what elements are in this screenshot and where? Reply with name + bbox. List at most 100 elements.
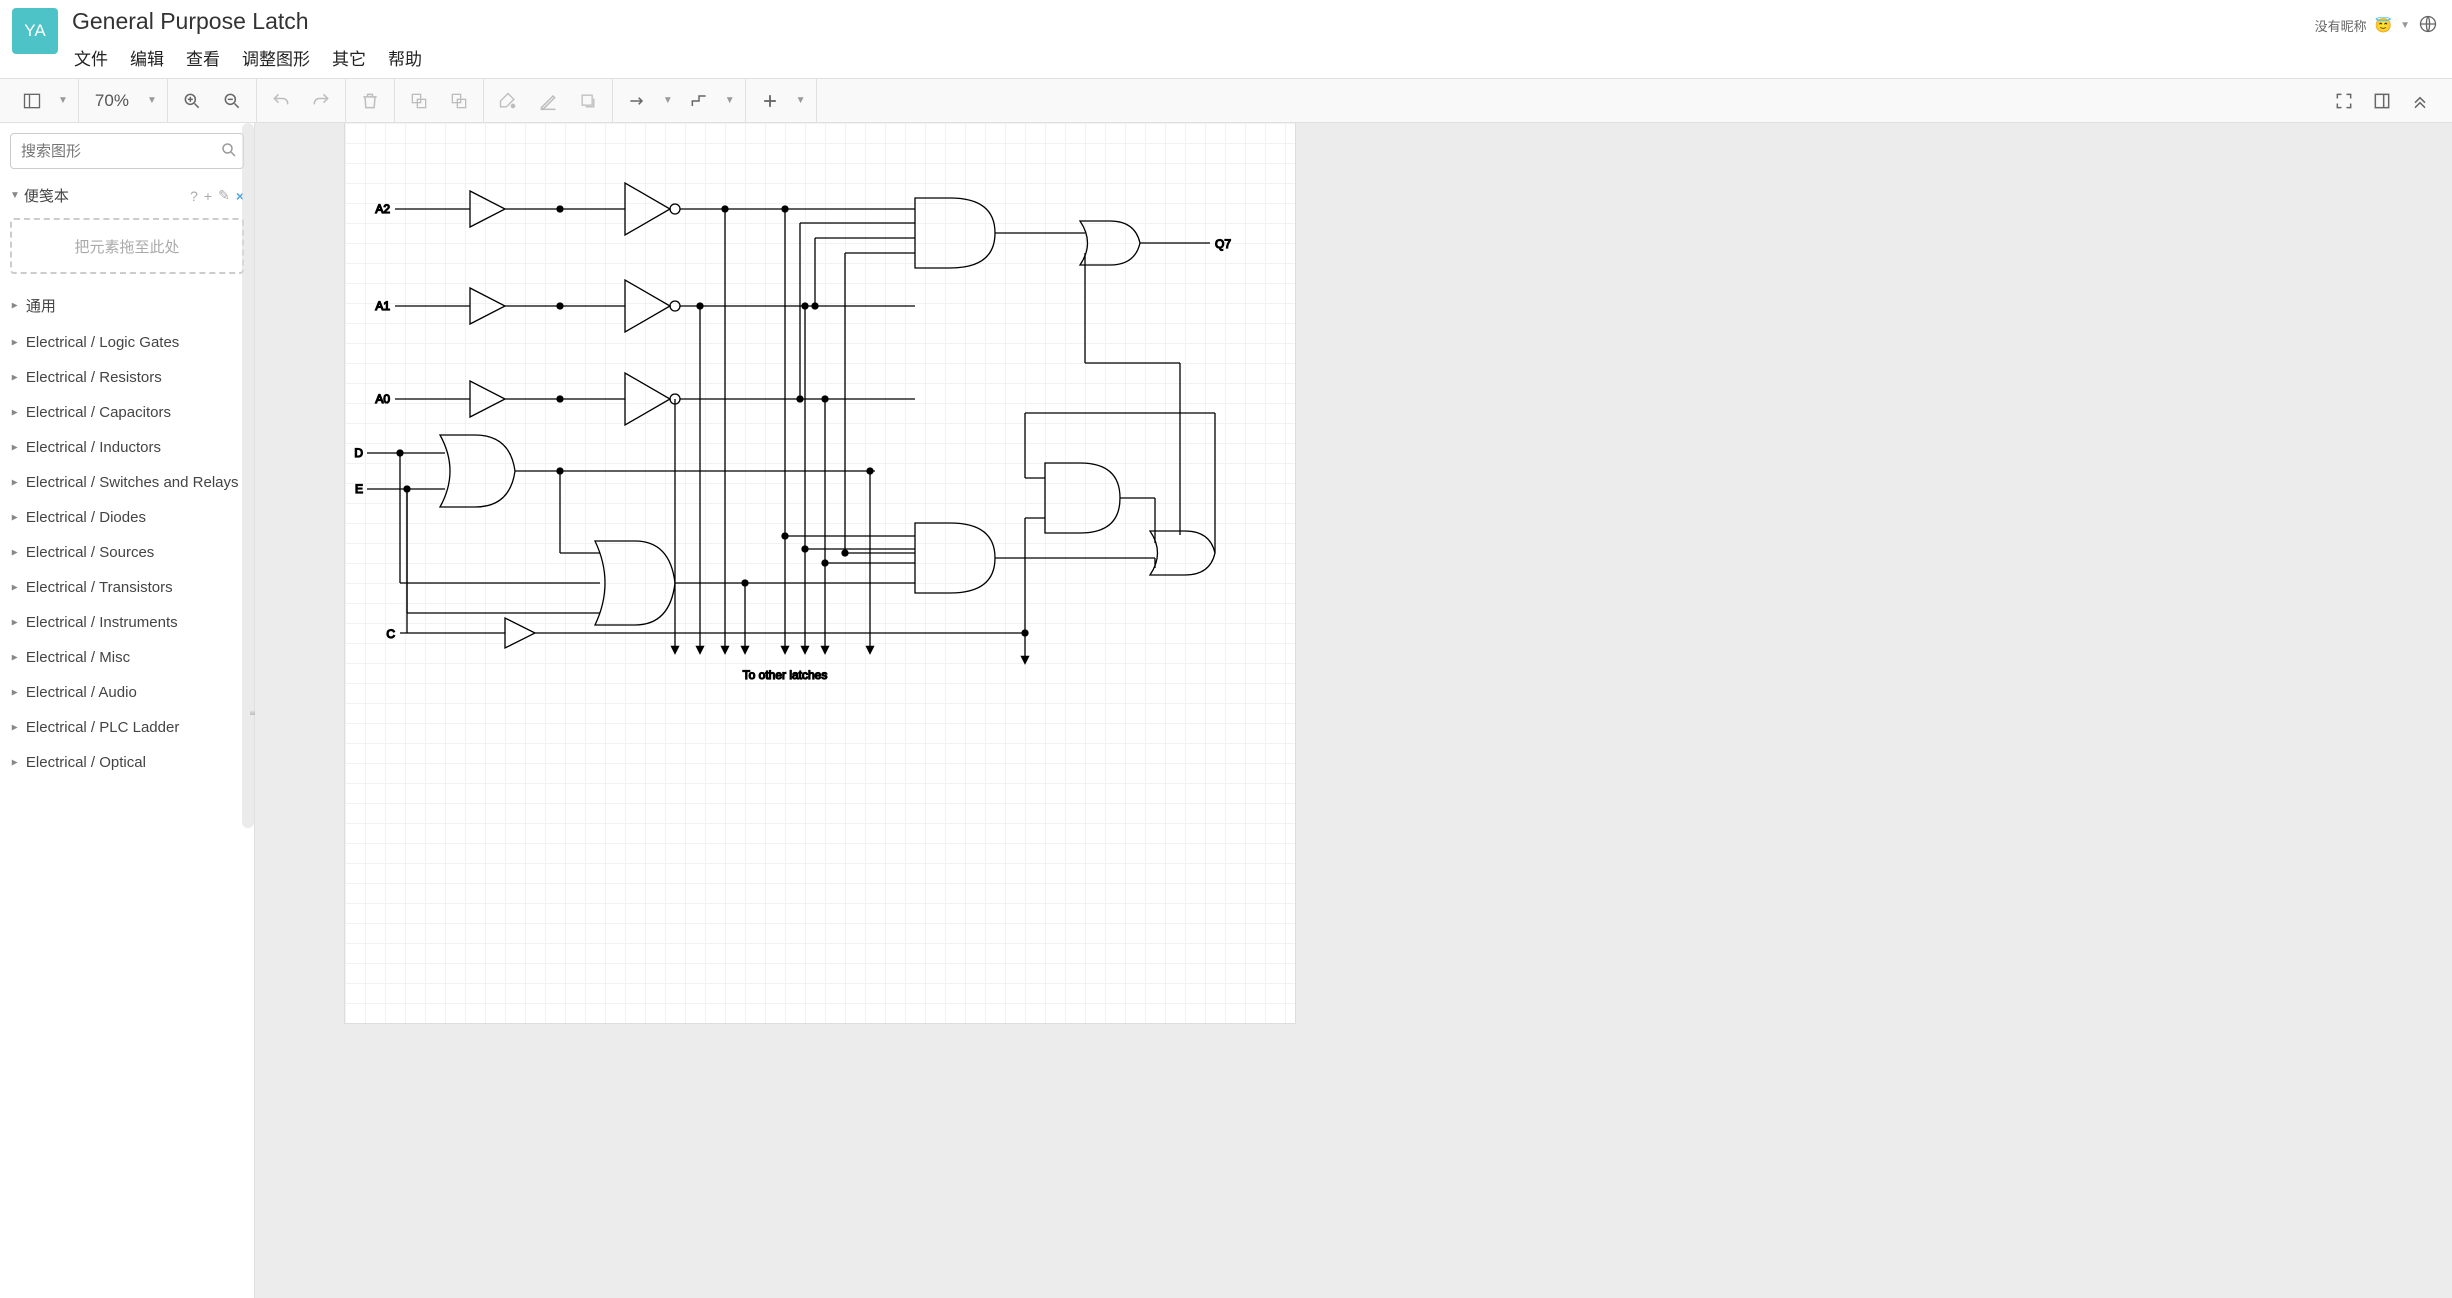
category-item[interactable]: ▼ Electrical / Audio — [0, 675, 254, 710]
category-item[interactable]: ▼Electrical / Optical — [0, 745, 254, 780]
fullscreen-button[interactable] — [2330, 87, 2358, 115]
category-item[interactable]: ▼ Electrical / Switches and Relays — [0, 465, 254, 500]
category-item[interactable]: ▼Electrical / Sources — [0, 535, 254, 570]
search-shapes-box — [10, 133, 244, 169]
triangle-right-icon: ▼ — [9, 653, 20, 663]
fill-color-button[interactable] — [494, 87, 522, 115]
drawing-page[interactable]: A2 A1 A0 D E C Q7 To other latches — [345, 123, 1295, 1023]
category-item[interactable]: ▼ Electrical / Resistors — [0, 360, 254, 395]
category-item[interactable]: ▼ Electrical / Diodes — [0, 500, 254, 535]
document-title[interactable]: General Purpose Latch — [70, 8, 2315, 41]
category-label: Electrical / Optical — [26, 754, 146, 771]
chevron-down-icon[interactable]: ▼ — [725, 95, 735, 106]
shadow-button[interactable] — [574, 87, 602, 115]
category-label: Electrical / Sources — [26, 544, 154, 561]
menu-help[interactable]: 帮助 — [388, 45, 422, 70]
scratchpad-header[interactable]: ▼ 便笺本 ? + ✎ × — [0, 179, 254, 212]
label-a1: A1 — [375, 299, 390, 313]
scratchpad-title: 便笺本 — [24, 185, 69, 206]
shapes-sidebar: ▼ 便笺本 ? + ✎ × 把元素拖至此处 ▼通用 ▼Electrical / … — [0, 123, 255, 1298]
chevron-down-icon[interactable]: ▼ — [147, 95, 157, 106]
triangle-right-icon: ▼ — [9, 723, 20, 733]
chevron-down-icon[interactable]: ▼ — [796, 95, 806, 106]
category-label: Electrical / Misc — [26, 649, 130, 666]
label-c: C — [386, 627, 395, 641]
label-a0: A0 — [375, 392, 390, 406]
avatar[interactable]: YA — [12, 8, 58, 54]
category-item[interactable]: ▼ Electrical / Transistors — [0, 570, 254, 605]
label-e: E — [355, 482, 363, 496]
category-label: Electrical / Switches and Relays — [26, 474, 239, 491]
undo-button[interactable] — [267, 87, 295, 115]
triangle-right-icon: ▼ — [9, 373, 20, 383]
chevron-down-icon[interactable]: ▼ — [58, 95, 68, 106]
redo-button[interactable] — [307, 87, 335, 115]
menu-other[interactable]: 其它 — [332, 45, 366, 70]
triangle-right-icon: ▼ — [9, 618, 20, 628]
category-label: Electrical / Audio — [26, 684, 137, 701]
plus-icon[interactable]: + — [204, 188, 212, 204]
pencil-icon[interactable]: ✎ — [218, 187, 230, 204]
menu-adjust-shape[interactable]: 调整图形 — [242, 45, 310, 70]
toolbar: ▼ 70% ▼ — [0, 79, 2452, 123]
category-item[interactable]: ▼Electrical / Instruments — [0, 605, 254, 640]
format-panel-button[interactable] — [2368, 87, 2396, 115]
zoom-in-button[interactable] — [178, 87, 206, 115]
scratchpad-dropzone[interactable]: 把元素拖至此处 — [10, 218, 244, 274]
label-a2: A2 — [375, 202, 390, 216]
triangle-right-icon: ▼ — [9, 688, 20, 698]
circuit-diagram[interactable]: A2 A1 A0 D E C Q7 To other latches — [345, 123, 1295, 823]
connection-button[interactable] — [623, 87, 651, 115]
category-item[interactable]: ▼ Electrical / Logic Gates — [0, 325, 254, 360]
to-front-button[interactable] — [405, 87, 433, 115]
category-label: Electrical / Transistors — [26, 579, 173, 596]
triangle-right-icon: ▼ — [9, 408, 20, 418]
category-label: Electrical / PLC Ladder — [26, 719, 179, 736]
menu-edit[interactable]: 编辑 — [130, 45, 164, 70]
zoom-level[interactable]: 70% — [89, 91, 135, 111]
menu-file[interactable]: 文件 — [74, 45, 108, 70]
chevron-down-icon[interactable]: ▼ — [2400, 20, 2410, 31]
category-item[interactable]: ▼ 通用 — [0, 286, 254, 325]
waypoint-button[interactable] — [685, 87, 713, 115]
collapse-button[interactable] — [2406, 87, 2434, 115]
triangle-right-icon: ▼ — [9, 513, 20, 523]
chevron-down-icon[interactable]: ▼ — [663, 95, 673, 106]
label-q7: Q7 — [1215, 237, 1231, 251]
triangle-right-icon: ▼ — [9, 301, 20, 311]
user-nickname-label[interactable]: 没有昵称 — [2315, 16, 2367, 35]
triangle-right-icon: ▼ — [9, 338, 20, 348]
category-label: 通用 — [26, 295, 56, 316]
triangle-down-icon: ▼ — [10, 190, 20, 201]
label-d: D — [354, 446, 363, 460]
zoom-out-button[interactable] — [218, 87, 246, 115]
scrollbar[interactable] — [242, 123, 254, 828]
delete-button[interactable] — [356, 87, 384, 115]
category-item[interactable]: ▼Electrical / Inductors — [0, 430, 254, 465]
category-label: Electrical / Diodes — [26, 509, 146, 526]
triangle-right-icon: ▼ — [9, 583, 20, 593]
category-item[interactable]: ▼ Electrical / Misc — [0, 640, 254, 675]
avatar-initials: YA — [24, 21, 45, 41]
menubar: 文件 编辑 查看 调整图形 其它 帮助 — [70, 41, 2315, 78]
category-label: Electrical / Logic Gates — [26, 334, 179, 351]
label-note: To other latches — [743, 668, 828, 682]
menu-view[interactable]: 查看 — [186, 45, 220, 70]
globe-icon[interactable] — [2418, 14, 2438, 37]
shape-category-list: ▼通用 ▼Electrical / Logic Gates ▼Electrica… — [0, 286, 254, 1298]
search-input[interactable] — [21, 143, 220, 160]
add-button[interactable] — [756, 87, 784, 115]
search-icon[interactable] — [220, 141, 238, 162]
category-label: Electrical / Resistors — [26, 369, 162, 386]
line-color-button[interactable] — [534, 87, 562, 115]
category-item[interactable]: ▼ Electrical / Capacitors — [0, 395, 254, 430]
triangle-right-icon: ▼ — [9, 478, 20, 488]
category-item[interactable]: ▼ Electrical / PLC Ladder — [0, 710, 254, 745]
to-back-button[interactable] — [445, 87, 473, 115]
panel-toggle-button[interactable] — [18, 87, 46, 115]
scratchpad-hint: 把元素拖至此处 — [74, 236, 179, 257]
help-icon[interactable]: ? — [190, 188, 198, 204]
category-label: Electrical / Inductors — [26, 439, 161, 456]
category-label: Electrical / Capacitors — [26, 404, 171, 421]
canvas[interactable]: A2 A1 A0 D E C Q7 To other latches — [255, 123, 2452, 1298]
